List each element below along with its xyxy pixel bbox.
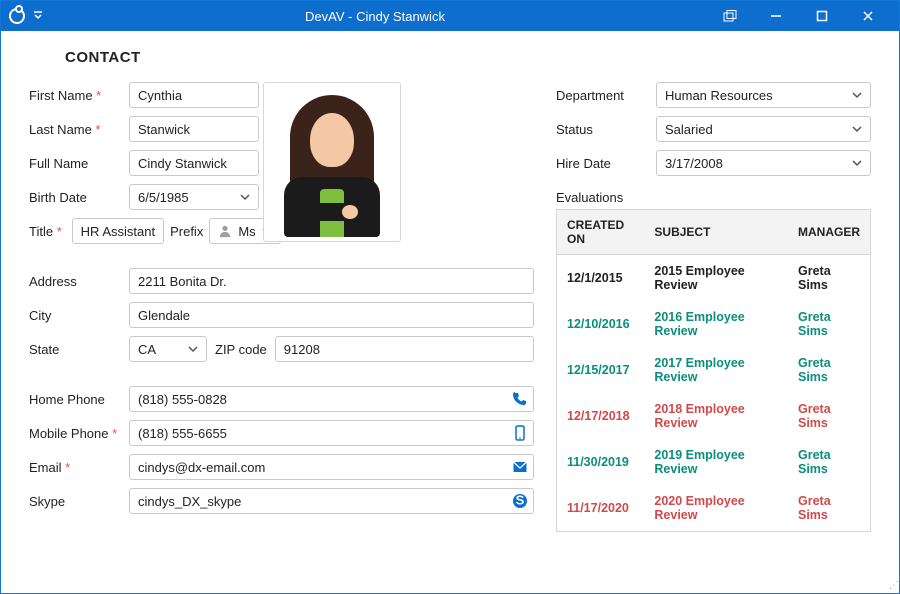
eval-manager: Greta Sims: [788, 255, 871, 302]
label-birth-date: Birth Date: [29, 190, 129, 205]
eval-date: 11/30/2019: [557, 439, 645, 485]
content-area: CONTACT First Name Last Name: [1, 31, 899, 542]
qat-dropdown-icon[interactable]: [33, 11, 43, 21]
right-column: Department Human Resources Status Salari…: [556, 82, 871, 532]
resize-grip-icon[interactable]: ⋰: [889, 580, 897, 591]
window-title: DevAV - Cindy Stanwick: [43, 9, 707, 24]
section-heading: CONTACT: [65, 49, 871, 66]
label-zip: ZIP code: [215, 342, 267, 357]
mobile-icon: [512, 425, 528, 441]
eval-manager: Greta Sims: [788, 347, 871, 393]
eval-subject: 2015 Employee Review: [644, 255, 788, 302]
titlebar: DevAV - Cindy Stanwick: [1, 1, 899, 31]
city-input[interactable]: [129, 302, 534, 328]
eval-manager: Greta Sims: [788, 301, 871, 347]
app-window: DevAV - Cindy Stanwick CONTACT: [0, 0, 900, 594]
label-mobile-phone: Mobile Phone: [29, 426, 129, 441]
chevron-down-icon: [852, 124, 862, 134]
col-created-on[interactable]: CREATED ON: [557, 210, 645, 255]
app-logo-icon: [9, 8, 25, 24]
label-state: State: [29, 342, 129, 357]
zip-input[interactable]: [275, 336, 534, 362]
full-name-input[interactable]: [129, 150, 259, 176]
state-combo[interactable]: CA: [129, 336, 207, 362]
label-evaluations: Evaluations: [556, 190, 871, 205]
eval-date: 12/17/2018: [557, 393, 645, 439]
label-first-name: First Name: [29, 88, 129, 103]
table-row[interactable]: 12/1/20152015 Employee ReviewGreta Sims: [557, 255, 871, 302]
col-subject[interactable]: SUBJECT: [644, 210, 788, 255]
job-title-field[interactable]: HR Assistant: [72, 218, 164, 244]
label-title: Title: [29, 224, 72, 239]
chevron-down-icon: [188, 344, 198, 354]
col-manager[interactable]: MANAGER: [788, 210, 871, 255]
eval-manager: Greta Sims: [788, 485, 871, 532]
label-skype: Skype: [29, 494, 129, 509]
chevron-down-icon: [240, 192, 250, 202]
hire-date-combo[interactable]: 3/17/2008: [656, 150, 871, 176]
restore-window-icon[interactable]: [707, 1, 753, 31]
home-phone-input[interactable]: [129, 386, 534, 412]
eval-subject: 2018 Employee Review: [644, 393, 788, 439]
eval-date: 12/15/2017: [557, 347, 645, 393]
birth-date-combo[interactable]: 6/5/1985: [129, 184, 259, 210]
evaluations-table: CREATED ON SUBJECT MANAGER 12/1/20152015…: [556, 209, 871, 532]
close-button[interactable]: [845, 1, 891, 31]
label-prefix: Prefix: [170, 224, 203, 239]
label-home-phone: Home Phone: [29, 392, 129, 407]
mobile-phone-input[interactable]: [129, 420, 534, 446]
label-city: City: [29, 308, 129, 323]
label-address: Address: [29, 274, 129, 289]
hire-date-value: 3/17/2008: [665, 156, 723, 171]
eval-date: 11/17/2020: [557, 485, 645, 532]
label-status: Status: [556, 122, 656, 137]
last-name-input[interactable]: [129, 116, 259, 142]
eval-date: 12/10/2016: [557, 301, 645, 347]
job-title-value: HR Assistant: [81, 224, 155, 239]
eval-subject: 2020 Employee Review: [644, 485, 788, 532]
skype-icon: S: [512, 493, 528, 509]
eval-subject: 2019 Employee Review: [644, 439, 788, 485]
chevron-down-icon: [852, 158, 862, 168]
label-hire-date: Hire Date: [556, 156, 656, 171]
chevron-down-icon: [852, 90, 862, 100]
eval-date: 12/1/2015: [557, 255, 645, 302]
svg-text:S: S: [516, 493, 525, 508]
table-row[interactable]: 12/10/20162016 Employee ReviewGreta Sims: [557, 301, 871, 347]
label-email: Email: [29, 460, 129, 475]
person-icon: [218, 224, 232, 238]
address-input[interactable]: [129, 268, 534, 294]
contact-photo: [263, 82, 401, 242]
label-full-name: Full Name: [29, 156, 129, 171]
state-value: CA: [138, 342, 156, 357]
status-value: Salaried: [665, 122, 713, 137]
label-department: Department: [556, 88, 656, 103]
label-last-name: Last Name: [29, 122, 129, 137]
birth-date-value: 6/5/1985: [138, 190, 189, 205]
portrait-image: [272, 87, 392, 237]
table-row[interactable]: 11/17/20202020 Employee ReviewGreta Sims: [557, 485, 871, 532]
phone-icon: [512, 391, 528, 407]
table-row[interactable]: 12/15/20172017 Employee ReviewGreta Sims: [557, 347, 871, 393]
department-combo[interactable]: Human Resources: [656, 82, 871, 108]
table-row[interactable]: 11/30/20192019 Employee ReviewGreta Sims: [557, 439, 871, 485]
eval-subject: 2016 Employee Review: [644, 301, 788, 347]
prefix-value: Ms: [238, 224, 255, 239]
eval-manager: Greta Sims: [788, 439, 871, 485]
department-value: Human Resources: [665, 88, 773, 103]
email-icon: [512, 459, 528, 475]
table-row[interactable]: 12/17/20182018 Employee ReviewGreta Sims: [557, 393, 871, 439]
minimize-button[interactable]: [753, 1, 799, 31]
eval-manager: Greta Sims: [788, 393, 871, 439]
maximize-button[interactable]: [799, 1, 845, 31]
email-input[interactable]: [129, 454, 534, 480]
skype-input[interactable]: [129, 488, 534, 514]
left-column: First Name Last Name Full Name Birt: [29, 82, 534, 532]
eval-subject: 2017 Employee Review: [644, 347, 788, 393]
first-name-input[interactable]: [129, 82, 259, 108]
status-combo[interactable]: Salaried: [656, 116, 871, 142]
